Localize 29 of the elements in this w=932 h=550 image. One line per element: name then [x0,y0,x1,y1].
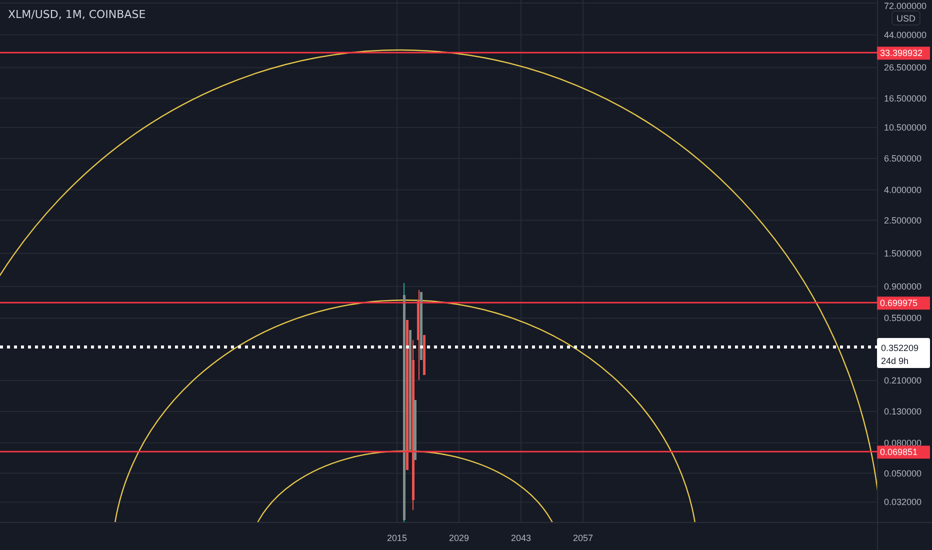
price-label: 0.699975 [877,296,930,310]
price-label: 33.398932 [877,46,930,60]
price-tick-label: 0.050000 [884,468,922,478]
chart-legend: XLM/USD, 1M, COINBASE [8,8,146,21]
price-tick-label: 6.500000 [884,154,922,164]
price-tick-label: 44.000000 [884,30,927,40]
time-tick-label: 2043 [510,533,532,543]
price-tick-label: 0.900000 [884,281,922,292]
price-tick-label: 16.500000 [884,93,927,104]
price-tick-label: 72.000000 [884,1,927,11]
price-tick-label: 1.500000 [884,248,922,258]
horizontal-line[interactable] [0,450,877,452]
time-tick-label: 2015 [386,533,408,543]
currency-badge: USD [892,10,920,26]
current-price-label: 0.352209 24d 9h [877,338,930,368]
time-tick-label: 2029 [448,533,470,543]
price-label: 0.069851 [877,446,930,459]
price-tick-label: 10.500000 [884,122,927,132]
price-tick-label: 4.000000 [884,184,922,195]
price-tick-label: 26.500000 [884,62,927,73]
price-tick-label: 0.210000 [884,375,922,386]
time-tick-label: 2057 [572,533,594,543]
horizontal-line[interactable] [0,52,877,54]
horizontal-line[interactable] [0,302,877,304]
price-tick-label: 2.500000 [884,215,922,226]
price-tick-label: 0.080000 [884,438,922,448]
price-tick-label: 0.130000 [884,406,922,416]
price-tick-label: 0.032000 [884,497,922,508]
price-tick-label: 0.550000 [884,313,922,324]
